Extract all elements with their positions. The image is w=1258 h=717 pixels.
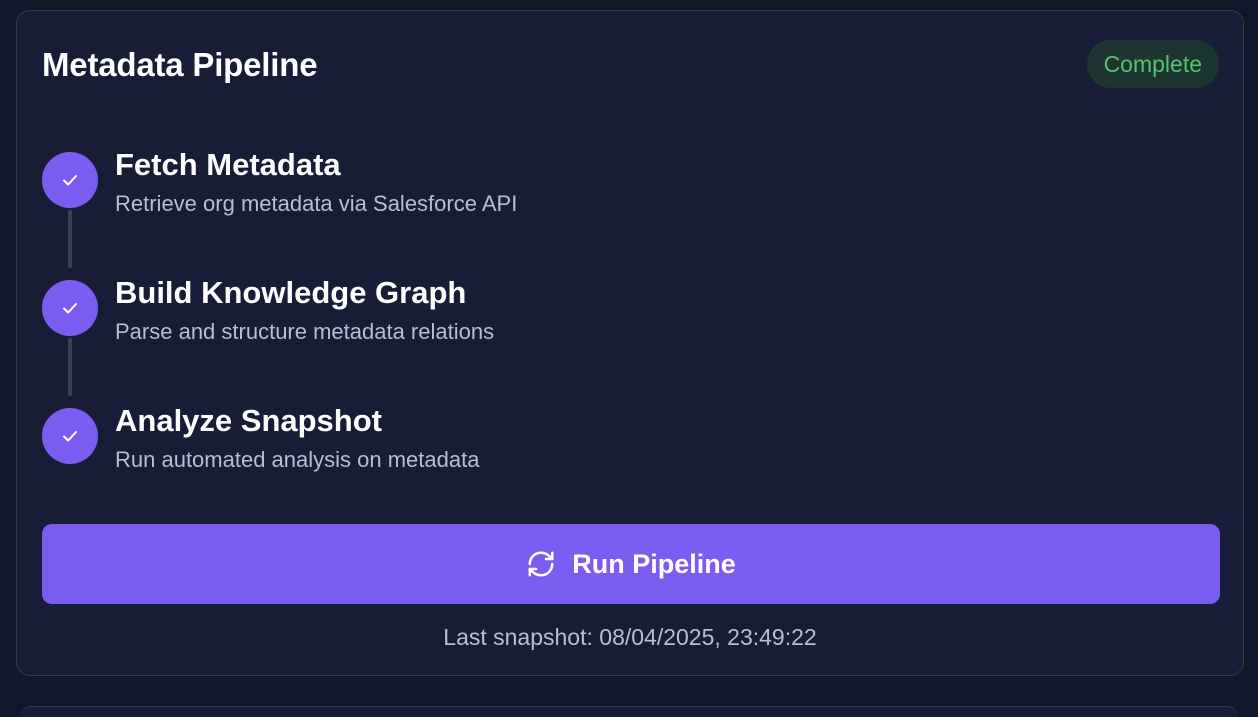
refresh-icon — [526, 549, 556, 579]
card-title: Metadata Pipeline — [42, 46, 318, 83]
check-icon — [63, 303, 77, 314]
run-pipeline-button[interactable]: Run Pipeline — [42, 524, 1220, 604]
step-description: Parse and structure metadata relations — [115, 319, 495, 344]
step-title: Analyze Snapshot — [115, 403, 382, 438]
step-connector — [68, 338, 72, 396]
step-connector — [68, 210, 72, 268]
check-icon — [63, 431, 77, 442]
step-description: Retrieve org metadata via Salesforce API — [115, 191, 518, 216]
step-complete-indicator — [42, 280, 98, 336]
pipeline-card: Metadata Pipeline Complete Fetch Metadat… — [16, 10, 1244, 676]
step-complete-indicator — [42, 408, 98, 464]
status-badge: Complete — [1086, 40, 1219, 88]
run-pipeline-label: Run Pipeline — [572, 548, 736, 579]
step-title: Build Knowledge Graph — [115, 275, 467, 310]
step-complete-indicator — [42, 152, 98, 208]
step-title: Fetch Metadata — [115, 147, 341, 182]
last-snapshot-timestamp: Last snapshot: 08/04/2025, 23:49:22 — [443, 624, 817, 650]
step-description: Run automated analysis on metadata — [115, 447, 480, 472]
check-icon — [63, 175, 77, 186]
